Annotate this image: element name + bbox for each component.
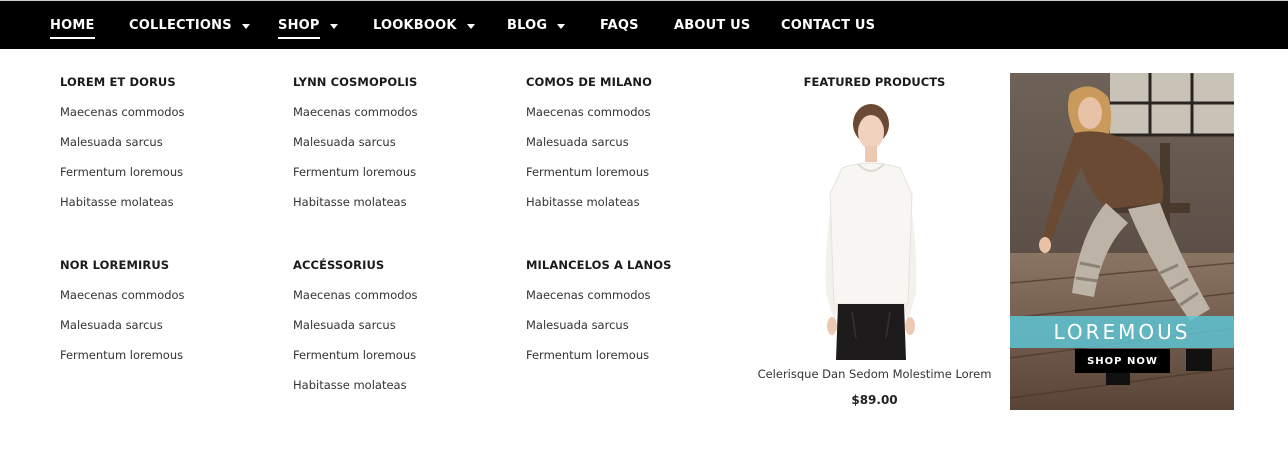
nav-blog[interactable]: BLOG: [507, 1, 566, 50]
nav-about-us[interactable]: ABOUT US: [674, 1, 751, 50]
nav-faqs[interactable]: FAQS: [600, 1, 639, 50]
nav-lookbook[interactable]: LOOKBOOK: [373, 1, 475, 50]
menu-link[interactable]: Maecenas commodos: [293, 288, 418, 302]
product-image[interactable]: [812, 98, 930, 360]
menu-link[interactable]: Fermentum loremous: [293, 348, 416, 362]
menu-group-title: COMOS DE MILANO: [526, 75, 652, 89]
menu-group-title: LOREM ET DORUS: [60, 75, 176, 89]
menu-link[interactable]: Habitasse molateas: [526, 195, 640, 209]
product-name-link[interactable]: Celerisque Dan Sedom Molestime Lorem: [752, 367, 997, 381]
menu-group-title: NOR LOREMIRUS: [60, 258, 170, 272]
nav-shop[interactable]: SHOP: [278, 1, 338, 50]
menu-link[interactable]: Maecenas commodos: [60, 288, 185, 302]
featured-products-title: FEATURED PRODUCTS: [803, 75, 946, 89]
nav-about-us-label: ABOUT US: [674, 18, 751, 33]
menu-link[interactable]: Maecenas commodos: [526, 105, 651, 119]
nav-collections-label: COLLECTIONS: [129, 18, 232, 33]
main-navbar: HOME COLLECTIONS SHOP LOOKBOOK BLOG FAQS…: [0, 0, 1288, 49]
menu-link[interactable]: Maecenas commodos: [293, 105, 418, 119]
nav-lookbook-label: LOOKBOOK: [373, 18, 457, 33]
caret-down-icon: [329, 23, 338, 29]
nav-contact-us-label: CONTACT US: [781, 18, 876, 33]
menu-link[interactable]: Malesuada sarcus: [293, 318, 396, 332]
menu-link[interactable]: Fermentum loremous: [293, 165, 416, 179]
menu-link[interactable]: Malesuada sarcus: [60, 318, 163, 332]
nav-home[interactable]: HOME: [50, 1, 95, 50]
shop-now-button[interactable]: SHOP NOW: [1075, 349, 1170, 373]
menu-link[interactable]: Fermentum loremous: [60, 165, 183, 179]
product-price: $89.00: [851, 393, 898, 407]
caret-down-icon: [241, 23, 250, 29]
menu-link[interactable]: Fermentum loremous: [526, 165, 649, 179]
menu-link[interactable]: Maecenas commodos: [60, 105, 185, 119]
nav-home-label: HOME: [50, 18, 95, 39]
nav-faqs-label: FAQS: [600, 18, 639, 33]
nav-collections[interactable]: COLLECTIONS: [129, 1, 250, 50]
menu-link[interactable]: Malesuada sarcus: [293, 135, 396, 149]
menu-link[interactable]: Fermentum loremous: [60, 348, 183, 362]
caret-down-icon: [466, 23, 475, 29]
menu-link[interactable]: Malesuada sarcus: [60, 135, 163, 149]
nav-contact-us[interactable]: CONTACT US: [781, 1, 875, 50]
promo-banner[interactable]: LOREMOUS SHOP NOW: [1010, 73, 1234, 410]
nav-blog-label: BLOG: [507, 18, 548, 33]
menu-link[interactable]: Fermentum loremous: [526, 348, 649, 362]
menu-group-title: MILANCELOS A LANOS: [526, 258, 672, 272]
menu-link[interactable]: Habitasse molateas: [60, 195, 174, 209]
promo-headline: LOREMOUS: [1010, 316, 1234, 348]
nav-shop-label: SHOP: [278, 18, 320, 39]
menu-link[interactable]: Malesuada sarcus: [526, 135, 629, 149]
menu-group-title: ACCÉSSORIUS: [293, 258, 385, 272]
menu-link[interactable]: Malesuada sarcus: [526, 318, 629, 332]
menu-link[interactable]: Habitasse molateas: [293, 378, 407, 392]
menu-group-title: LYNN COSMOPOLIS: [293, 75, 418, 89]
menu-link[interactable]: Maecenas commodos: [526, 288, 651, 302]
menu-link[interactable]: Habitasse molateas: [293, 195, 407, 209]
caret-down-icon: [557, 23, 566, 29]
